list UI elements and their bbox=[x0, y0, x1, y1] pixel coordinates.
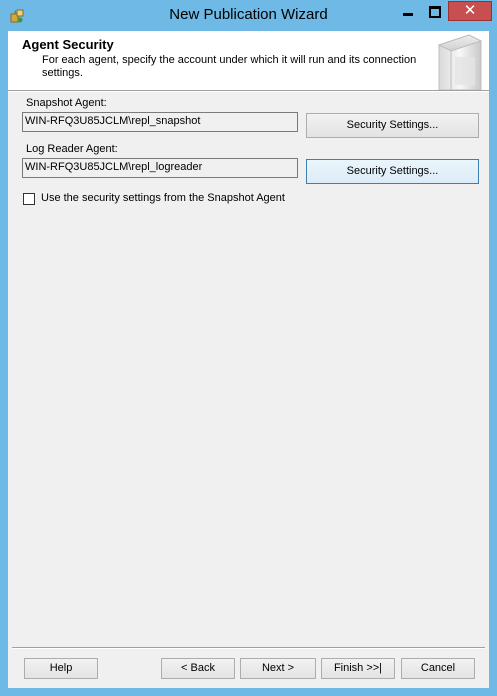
use-snapshot-settings-checkbox[interactable] bbox=[23, 193, 35, 205]
back-button[interactable]: < Back bbox=[161, 658, 235, 679]
use-snapshot-settings-label[interactable]: Use the security settings from the Snaps… bbox=[41, 192, 285, 204]
server-graphic-icon bbox=[437, 34, 483, 90]
page-title: Agent Security bbox=[22, 37, 114, 52]
snapshot-agent-label: Snapshot Agent: bbox=[26, 97, 107, 109]
wizard-window: New Publication Wizard ✕ Agent Security … bbox=[0, 0, 497, 696]
snapshot-agent-account-field[interactable]: WIN-RFQ3U85JCLM\repl_snapshot bbox=[22, 112, 298, 132]
close-icon: ✕ bbox=[463, 1, 477, 19]
log-reader-agent-account-field[interactable]: WIN-RFQ3U85JCLM\repl_logreader bbox=[22, 158, 298, 178]
finish-button[interactable]: Finish >>| bbox=[321, 658, 395, 679]
footer-divider bbox=[12, 647, 485, 649]
title-bar[interactable]: New Publication Wizard ✕ bbox=[0, 0, 497, 30]
snapshot-security-settings-button[interactable]: Security Settings... bbox=[306, 113, 479, 138]
cancel-button[interactable]: Cancel bbox=[401, 658, 475, 679]
log-reader-agent-label: Log Reader Agent: bbox=[26, 143, 118, 155]
maximize-button[interactable] bbox=[421, 1, 448, 21]
help-button[interactable]: Help bbox=[24, 658, 98, 679]
minimize-button[interactable] bbox=[394, 1, 421, 21]
header-divider bbox=[8, 90, 489, 92]
log-reader-security-settings-button[interactable]: Security Settings... bbox=[306, 159, 479, 184]
wizard-header: Agent Security For each agent, specify t… bbox=[8, 31, 489, 90]
close-button[interactable]: ✕ bbox=[448, 1, 492, 21]
page-description: For each agent, specify the account unde… bbox=[42, 54, 417, 79]
dialog-body: Agent Security For each agent, specify t… bbox=[8, 31, 489, 688]
next-button[interactable]: Next > bbox=[240, 658, 316, 679]
